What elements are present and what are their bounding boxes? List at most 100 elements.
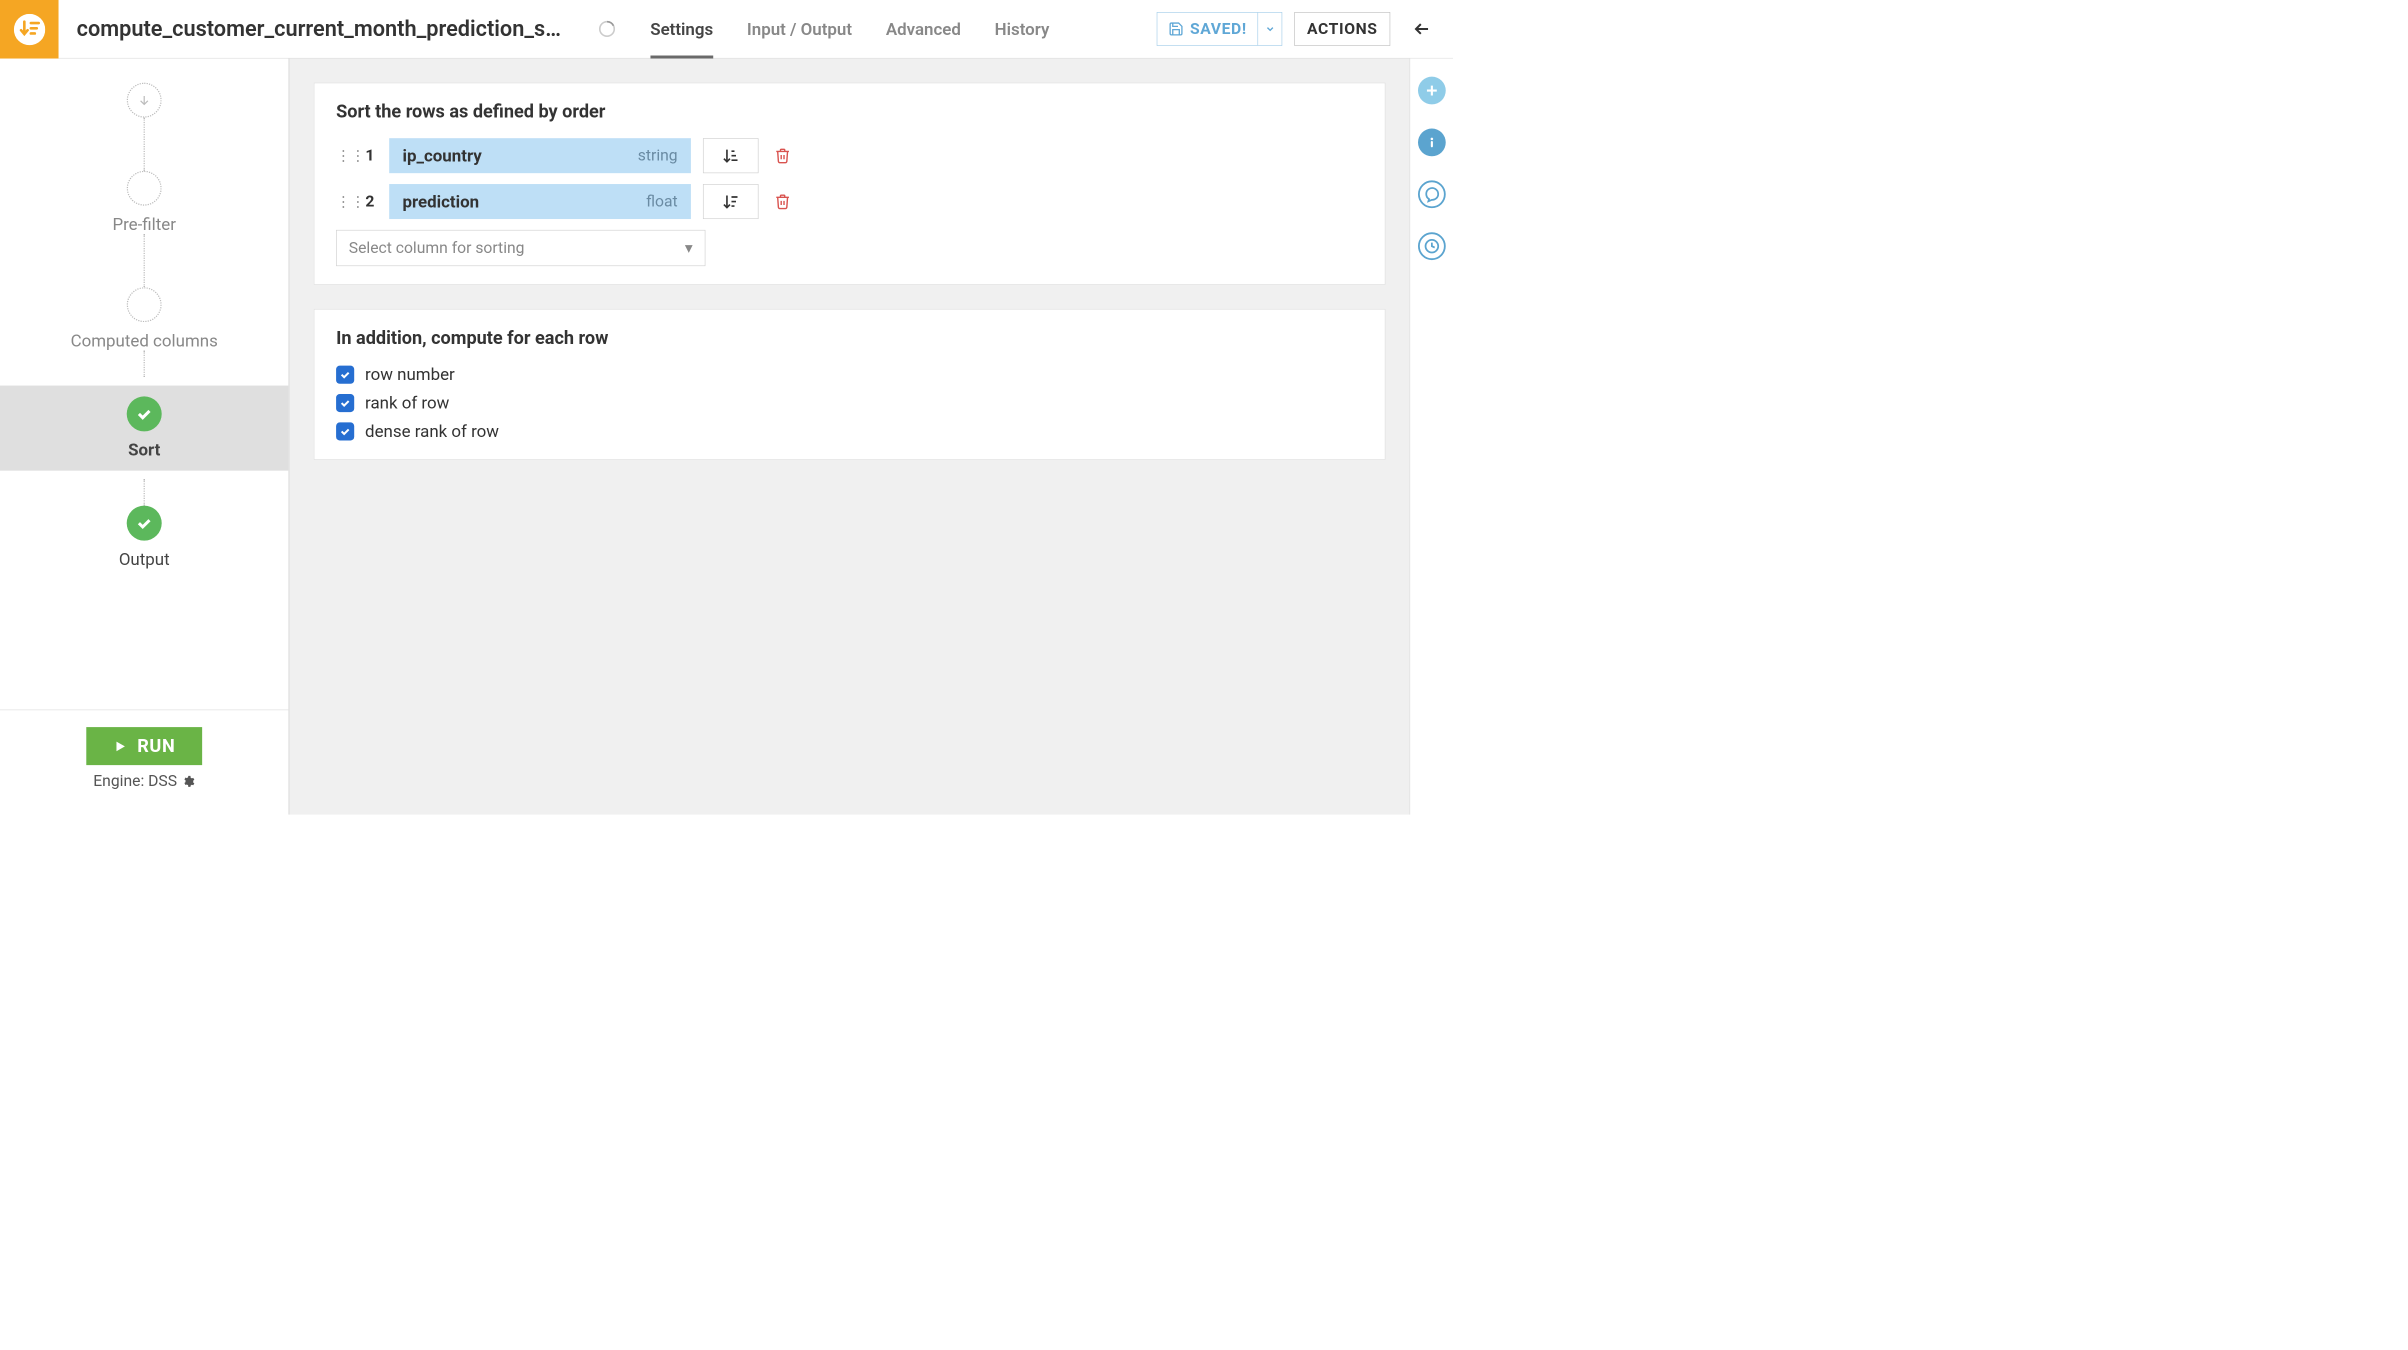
engine-label: Engine: DSS [93, 772, 177, 790]
flow-connector [144, 351, 145, 378]
step-output-circle [127, 506, 162, 541]
flow-connector [144, 479, 145, 506]
sort-asc-icon [722, 147, 740, 165]
main-content: Sort the rows as defined by order ⋮⋮ 1 i… [290, 59, 1410, 815]
sort-logo-icon [14, 14, 45, 45]
step-output-label: Output [119, 549, 170, 569]
saved-indicator[interactable]: SAVED! [1157, 12, 1283, 46]
sort-column-type: float [646, 192, 678, 210]
step-sort-label: Sort [128, 440, 160, 460]
check-icon [339, 368, 351, 380]
compute-options: row number rank of row dense rank of row [336, 364, 1363, 441]
step-computed-circle [127, 287, 162, 322]
arrow-down-icon [137, 93, 151, 107]
app-root: compute_customer_current_month_predictio… [0, 0, 1453, 815]
sort-column-pill[interactable]: prediction float [389, 184, 691, 219]
step-computed-label: Computed columns [71, 331, 218, 351]
saved-label: SAVED! [1190, 20, 1247, 38]
checkbox-checked [336, 365, 354, 383]
body: Pre-filter Computed columns Sort [0, 59, 1453, 815]
step-prefilter[interactable]: Pre-filter [0, 171, 288, 234]
sort-row-index: 1 [363, 147, 377, 165]
compute-option-rank[interactable]: rank of row [336, 393, 1363, 413]
sort-row: ⋮⋮ 2 prediction float [336, 184, 1363, 219]
sort-panel-title: Sort the rows as defined by order [336, 101, 1363, 122]
sort-panel: Sort the rows as defined by order ⋮⋮ 1 i… [314, 83, 1386, 285]
topbar: compute_customer_current_month_predictio… [0, 0, 1453, 59]
select-column-dropdown[interactable]: Select column for sorting ▾ [336, 230, 705, 266]
run-label: RUN [137, 736, 175, 757]
check-icon [339, 425, 351, 437]
collapse-panel-button[interactable] [1402, 19, 1441, 38]
caret-down-icon: ▾ [685, 239, 693, 257]
compute-panel-title: In addition, compute for each row [336, 328, 1363, 349]
drag-handle-icon[interactable]: ⋮⋮ [336, 147, 350, 164]
play-icon [113, 739, 127, 753]
flow-connector [144, 118, 145, 171]
sort-row-index: 2 [363, 192, 377, 210]
sort-column-name: ip_country [402, 146, 481, 166]
trash-icon [774, 147, 791, 164]
arrow-left-icon [1412, 19, 1431, 38]
select-column-placeholder: Select column for sorting [349, 239, 525, 257]
step-input[interactable] [0, 83, 288, 118]
tab-history[interactable]: History [995, 0, 1050, 58]
tab-settings[interactable]: Settings [650, 0, 713, 58]
sort-desc-icon [722, 192, 740, 210]
check-icon [135, 405, 153, 423]
sort-column-pill[interactable]: ip_country string [389, 138, 691, 173]
gear-icon [182, 775, 195, 788]
check-icon [135, 514, 153, 532]
topbar-right: SAVED! ACTIONS [1157, 0, 1453, 58]
sort-column-type: string [638, 147, 678, 165]
chat-icon [1423, 186, 1440, 203]
info-icon [1423, 134, 1440, 151]
sort-direction-asc-button[interactable] [703, 138, 759, 173]
sort-direction-desc-button[interactable] [703, 184, 759, 219]
rail-history-button[interactable] [1418, 232, 1446, 260]
flow-steps: Pre-filter Computed columns Sort [0, 59, 288, 710]
sort-row: ⋮⋮ 1 ip_country string [336, 138, 1363, 173]
tab-advanced[interactable]: Advanced [886, 0, 961, 58]
checkbox-checked [336, 422, 354, 440]
recipe-logo[interactable] [0, 0, 59, 59]
clock-icon [1423, 238, 1440, 255]
rail-add-button[interactable] [1418, 77, 1446, 105]
compute-option-row-number[interactable]: row number [336, 364, 1363, 384]
compute-option-label: dense rank of row [365, 421, 499, 441]
saved-caret[interactable] [1258, 13, 1282, 46]
run-button[interactable]: RUN [87, 727, 202, 765]
sort-column-name: prediction [402, 192, 479, 212]
compute-panel: In addition, compute for each row row nu… [314, 309, 1386, 460]
rail-info-button[interactable] [1418, 129, 1446, 157]
step-output[interactable]: Output [0, 506, 288, 569]
right-rail [1410, 59, 1453, 815]
flow-connector [144, 234, 145, 287]
step-computed-columns[interactable]: Computed columns [0, 287, 288, 350]
compute-option-dense-rank[interactable]: dense rank of row [336, 421, 1363, 441]
step-sort[interactable]: Sort [0, 386, 288, 471]
sidebar-footer: RUN Engine: DSS [0, 710, 288, 815]
chevron-down-icon [1264, 24, 1275, 35]
compute-option-label: row number [365, 364, 455, 384]
loading-icon [597, 0, 616, 58]
step-prefilter-label: Pre-filter [112, 214, 176, 234]
recipe-title[interactable]: compute_customer_current_month_predictio… [59, 0, 561, 58]
actions-button[interactable]: ACTIONS [1294, 12, 1390, 46]
trash-icon [774, 193, 791, 210]
step-prefilter-circle [127, 171, 162, 206]
check-icon [339, 397, 351, 409]
delete-sort-row-button[interactable] [771, 189, 795, 213]
rail-discussions-button[interactable] [1418, 180, 1446, 208]
step-sort-circle [127, 396, 162, 431]
checkbox-checked [336, 394, 354, 412]
sidebar: Pre-filter Computed columns Sort [0, 59, 290, 815]
engine-indicator[interactable]: Engine: DSS [93, 772, 195, 790]
delete-sort-row-button[interactable] [771, 144, 795, 168]
tab-input-output[interactable]: Input / Output [747, 0, 852, 58]
drag-handle-icon[interactable]: ⋮⋮ [336, 193, 350, 210]
plus-icon [1423, 82, 1440, 99]
topbar-tabs: Settings Input / Output Advanced History [597, 0, 1049, 58]
step-input-circle [127, 83, 162, 118]
save-icon [1168, 21, 1184, 37]
